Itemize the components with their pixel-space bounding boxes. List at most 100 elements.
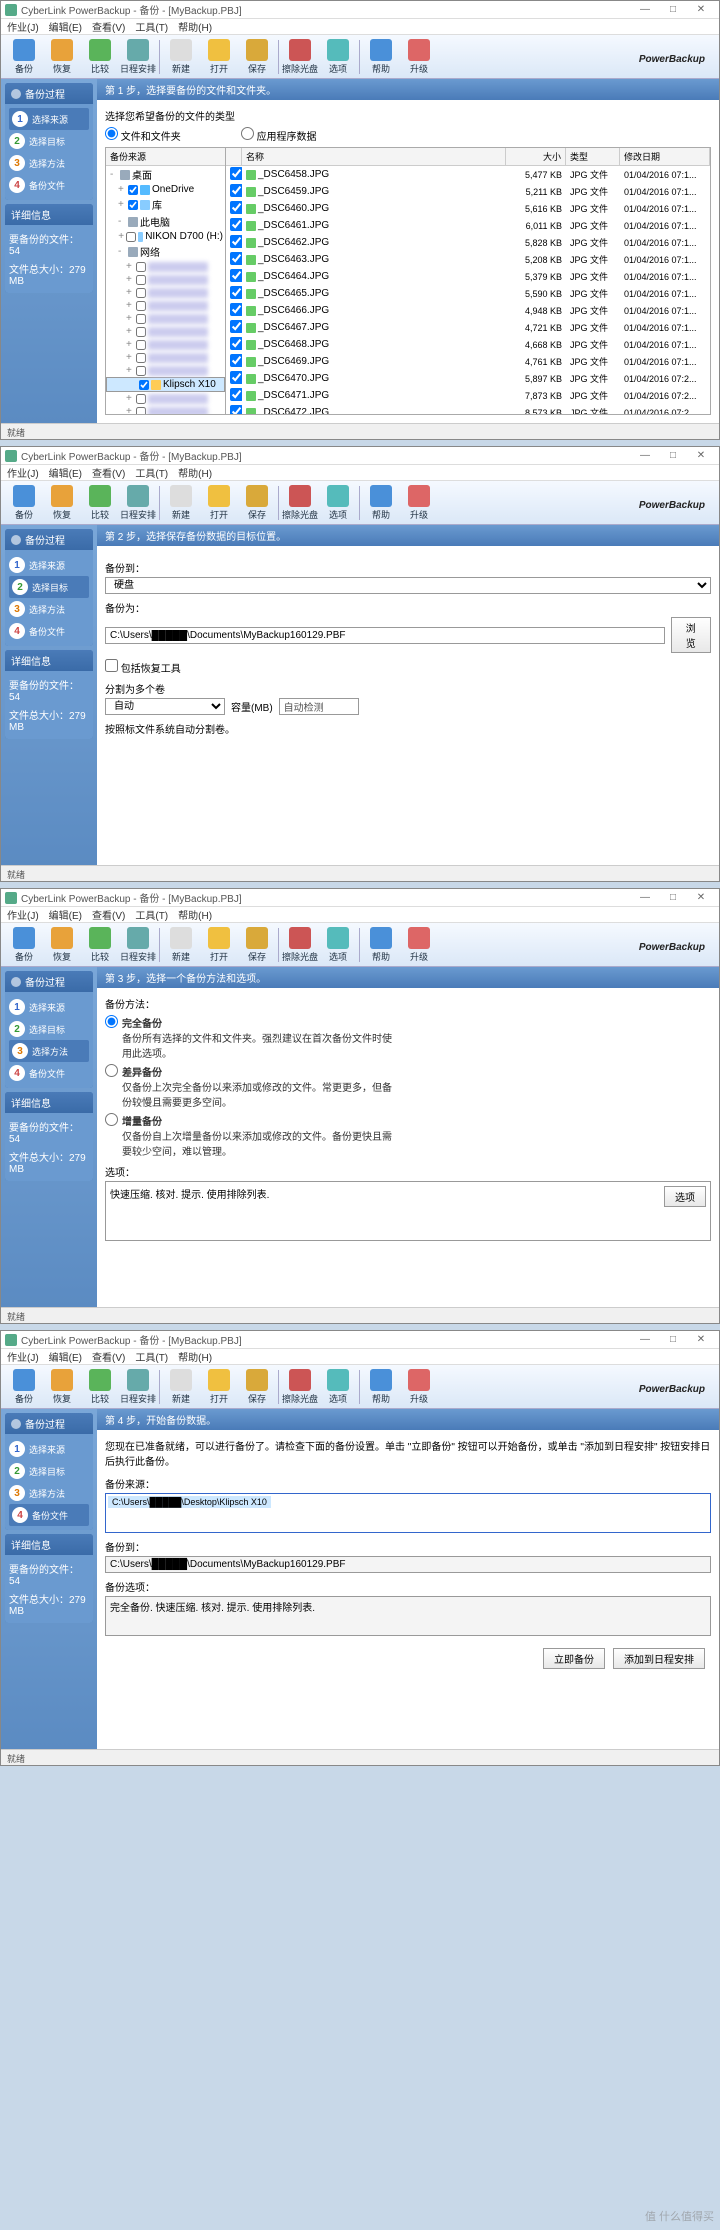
tb-backup-button[interactable]: 备份 [5,927,43,963]
expand-icon[interactable]: + [126,287,134,298]
sidebar-step-4[interactable]: 4备份文件 [9,1504,89,1526]
tb-open-button[interactable]: 打开 [200,1369,238,1405]
radio-app[interactable]: 应用程序数据 [241,127,317,143]
tb-compare-button[interactable]: 比较 [81,485,119,521]
file-row[interactable]: _DSC6470.JPG5,897 KBJPG 文件01/04/2016 07:… [226,370,710,387]
tb-restore-button[interactable]: 恢复 [43,927,81,963]
tb-open-button[interactable]: 打开 [200,927,238,963]
expand-icon[interactable]: + [126,352,134,363]
browse-button[interactable]: 浏览 [671,617,711,653]
expand-icon[interactable]: + [118,231,124,242]
file-checkbox[interactable] [230,218,242,231]
tree-node[interactable]: +OneDrive [106,183,225,196]
expand-icon[interactable]: - [118,246,126,257]
file-row[interactable]: _DSC6464.JPG5,379 KBJPG 文件01/04/2016 07:… [226,268,710,285]
sidebar-step-2[interactable]: 2选择目标 [9,576,89,598]
tb-open-button[interactable]: 打开 [200,39,238,75]
tb-help-button[interactable]: 帮助 [362,927,400,963]
menu-item[interactable]: 查看(V) [92,465,125,480]
sidebar-step-2[interactable]: 2选择目标 [9,1460,89,1482]
folder-tree[interactable]: 备份来源-桌面+OneDrive+库-此电脑+NIKON D700 (H:)-网… [106,148,226,414]
file-row[interactable]: _DSC6465.JPG5,590 KBJPG 文件01/04/2016 07:… [226,285,710,302]
menu-item[interactable]: 查看(V) [92,19,125,34]
sidebar-step-1[interactable]: 1选择来源 [9,554,89,576]
menu-item[interactable]: 编辑(E) [49,19,82,34]
menu-item[interactable]: 编辑(E) [49,465,82,480]
tree-node[interactable]: + [106,338,225,351]
file-checkbox[interactable] [230,235,242,248]
tree-checkbox[interactable] [126,232,136,242]
tree-checkbox[interactable] [136,301,146,311]
file-row[interactable]: _DSC6471.JPG7,873 KBJPG 文件01/04/2016 07:… [226,387,710,404]
sidebar-step-4[interactable]: 4备份文件 [9,620,89,642]
tb-upgrade-button[interactable]: 升级 [400,39,438,75]
file-row[interactable]: _DSC6460.JPG5,616 KBJPG 文件01/04/2016 07:… [226,200,710,217]
tb-backup-button[interactable]: 备份 [5,39,43,75]
expand-icon[interactable]: + [126,393,134,404]
tree-node[interactable]: + [106,325,225,338]
options-button[interactable]: 选项 [664,1186,706,1207]
tb-erase-button[interactable]: 擦除光盘 [281,1369,319,1405]
tree-checkbox[interactable] [139,380,149,390]
file-row[interactable]: _DSC6458.JPG5,477 KBJPG 文件01/04/2016 07:… [226,166,710,183]
info-header[interactable]: 详细信息 [5,1534,93,1555]
menu-item[interactable]: 作业(J) [7,465,39,480]
tb-options-button[interactable]: 选项 [319,1369,357,1405]
radio-files[interactable]: 文件和文件夹 [105,127,181,143]
tree-node[interactable]: + [106,273,225,286]
file-checkbox[interactable] [230,337,242,350]
close-button[interactable]: ✕ [687,4,715,15]
tree-checkbox[interactable] [136,394,146,404]
tree-node[interactable]: -桌面 [106,166,225,183]
saveas-input[interactable] [105,627,665,644]
minimize-button[interactable]: — [631,4,659,15]
process-header[interactable]: 备份过程 [5,83,93,104]
tb-compare-button[interactable]: 比较 [81,927,119,963]
tb-backup-button[interactable]: 备份 [5,485,43,521]
menu-item[interactable]: 编辑(E) [49,1349,82,1364]
expand-icon[interactable]: + [126,300,134,311]
tb-help-button[interactable]: 帮助 [362,1369,400,1405]
maximize-button[interactable]: □ [659,4,687,15]
tree-checkbox[interactable] [136,314,146,324]
tree-checkbox[interactable] [128,185,138,195]
tb-new-button[interactable]: 新建 [162,1369,200,1405]
file-checkbox[interactable] [230,252,242,265]
menu-item[interactable]: 帮助(H) [178,19,212,34]
source-list[interactable]: C:\Users\█████\Desktop\Klipsch X10 [105,1493,711,1533]
tb-erase-button[interactable]: 擦除光盘 [281,485,319,521]
file-row[interactable]: _DSC6467.JPG4,721 KBJPG 文件01/04/2016 07:… [226,319,710,336]
menu-item[interactable]: 帮助(H) [178,1349,212,1364]
tb-save-button[interactable]: 保存 [238,927,276,963]
sidebar-step-3[interactable]: 3选择方法 [9,1482,89,1504]
menu-item[interactable]: 作业(J) [7,1349,39,1364]
tb-save-button[interactable]: 保存 [238,1369,276,1405]
file-checkbox[interactable] [230,320,242,333]
expand-icon[interactable]: + [126,274,134,285]
tree-checkbox[interactable] [136,288,146,298]
expand-icon[interactable]: + [126,406,134,414]
add-schedule-button[interactable]: 添加到日程安排 [613,1648,705,1669]
tb-erase-button[interactable]: 擦除光盘 [281,927,319,963]
file-list[interactable]: 名称 大小 类型 修改日期 _DSC6458.JPG5,477 KBJPG 文件… [226,148,710,414]
expand-icon[interactable]: + [126,365,134,376]
process-header[interactable]: 备份过程 [5,1413,93,1434]
close-button[interactable]: ✕ [687,450,715,461]
tree-checkbox[interactable] [136,327,146,337]
expand-icon[interactable]: + [126,261,134,272]
menu-item[interactable]: 编辑(E) [49,907,82,922]
menu-item[interactable]: 作业(J) [7,19,39,34]
menu-item[interactable]: 查看(V) [92,907,125,922]
tree-node[interactable]: + [106,392,225,405]
tree-checkbox[interactable] [136,353,146,363]
tb-options-button[interactable]: 选项 [319,927,357,963]
tree-checkbox[interactable] [136,275,146,285]
expand-icon[interactable]: - [110,169,118,180]
close-button[interactable]: ✕ [687,892,715,903]
menu-item[interactable]: 帮助(H) [178,907,212,922]
tree-node[interactable]: Klipsch X10 [106,377,225,392]
sidebar-step-2[interactable]: 2选择目标 [9,1018,89,1040]
sidebar-step-3[interactable]: 3选择方法 [9,1040,89,1062]
sidebar-step-3[interactable]: 3选择方法 [9,152,89,174]
tb-schedule-button[interactable]: 日程安排 [119,39,157,75]
